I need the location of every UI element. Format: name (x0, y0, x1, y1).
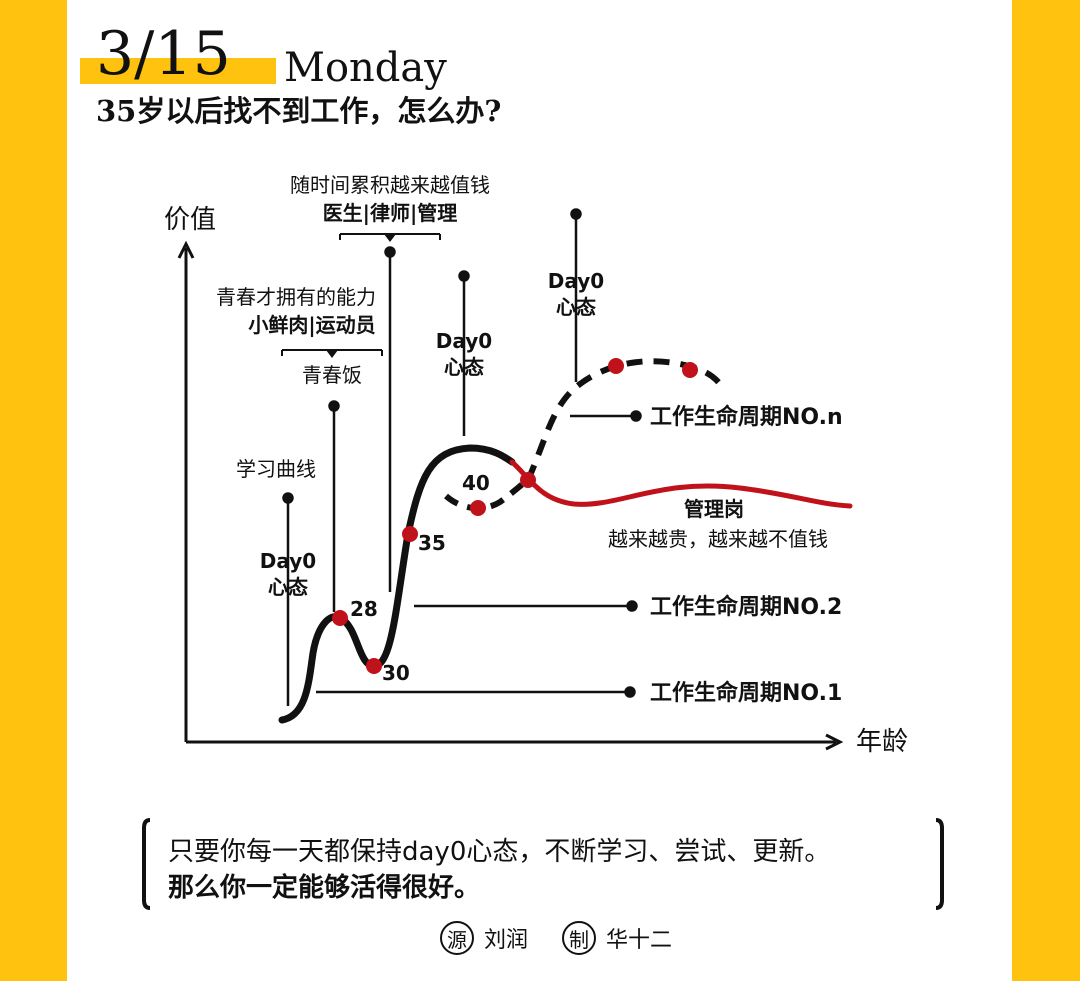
day0-label-1: Day0 (260, 549, 316, 573)
point-nextcycle-2 (682, 362, 698, 378)
x-axis-label: 年龄 (856, 727, 908, 757)
source-name: 刘润 (484, 928, 529, 953)
day0-label-2: Day0 (436, 329, 492, 353)
cycle-label-n: 工作生命周期NO.n (650, 404, 843, 430)
y-axis-label: 价值 (164, 205, 216, 235)
mindset-label-2: 心态 (444, 355, 484, 379)
manager-desc: 越来越贵，越来越不值钱 (608, 527, 828, 551)
source-badge: 源 (440, 921, 474, 955)
maker-badge: 制 (562, 921, 596, 955)
point-30 (366, 658, 382, 674)
point-35 (402, 526, 418, 542)
day0-label-3: Day0 (548, 269, 604, 293)
value-desc: 随时间累积越来越值钱 (290, 173, 490, 197)
point-branch (520, 472, 536, 488)
learning-curve-label: 学习曲线 (236, 457, 316, 481)
age-label-35: 35 (418, 531, 446, 555)
age-label-30: 30 (382, 661, 410, 685)
key-points (332, 358, 698, 674)
indicator-lines (282, 208, 582, 706)
youth-desc: 青春才拥有的能力 (216, 285, 376, 309)
maker-credit: 制 华十二 (562, 918, 672, 958)
cycle-label-2: 工作生命周期NO.2 (650, 594, 842, 620)
maker-name: 华十二 (606, 928, 673, 953)
mindset-label-3: 心态 (556, 295, 596, 319)
manager-decline-curve (509, 459, 853, 509)
point-28 (332, 610, 348, 626)
cycle-label-1: 工作生命周期NO.1 (650, 680, 842, 706)
age-label-28: 28 (350, 597, 378, 621)
value-examples: 医生|律师|管理 (323, 201, 458, 225)
manager-title: 管理岗 (684, 497, 744, 521)
source-credit: 源 刘润 (440, 918, 528, 958)
point-40 (470, 500, 486, 516)
youth-examples: 小鲜肉|运动员 (248, 313, 375, 337)
quote-line-2: 那么你一定能够活得很好。 (168, 873, 481, 903)
youth-heading: 青春饭 (302, 363, 362, 387)
point-nextcycle-1 (608, 358, 624, 374)
mindset-label-1: 心态 (268, 575, 308, 599)
quote-line-1: 只要你每一天都保持day0心态，不断学习、尝试、更新。 (168, 837, 831, 867)
age-label-40: 40 (462, 471, 490, 495)
